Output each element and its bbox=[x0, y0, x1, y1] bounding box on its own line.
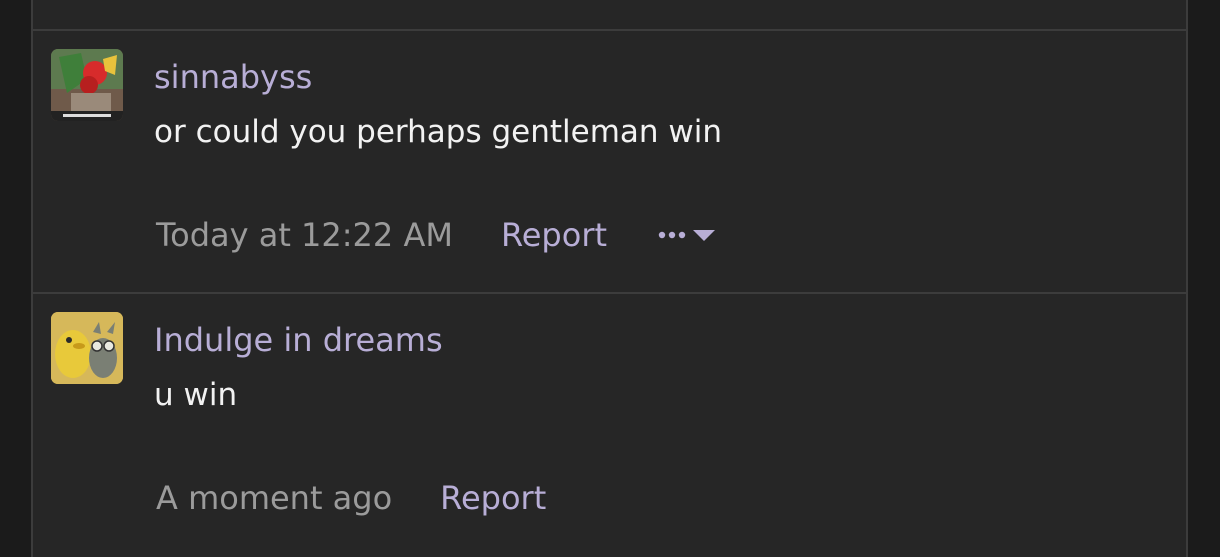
comment-text: or could you perhaps gentleman win bbox=[154, 114, 723, 150]
page: sinnabyss or could you perhaps gentleman… bbox=[0, 0, 1220, 557]
comment-item: Indulge in dreams u win A moment ago Rep… bbox=[33, 294, 1186, 557]
more-options-button[interactable] bbox=[657, 228, 717, 242]
timestamp: A moment ago bbox=[156, 479, 393, 517]
comment-thread: sinnabyss or could you perhaps gentleman… bbox=[31, 0, 1188, 557]
report-button[interactable]: Report bbox=[440, 479, 546, 517]
comment-meta: A moment ago Report bbox=[156, 476, 596, 520]
previous-comment bbox=[33, 0, 1186, 31]
avatar[interactable] bbox=[51, 312, 123, 384]
timestamp: Today at 12:22 AM bbox=[156, 216, 453, 254]
caret-down-icon bbox=[691, 228, 717, 242]
comment-meta: Today at 12:22 AM Report bbox=[156, 213, 717, 257]
report-button[interactable]: Report bbox=[501, 216, 607, 254]
comment-item: sinnabyss or could you perhaps gentleman… bbox=[33, 31, 1186, 294]
avatar[interactable] bbox=[51, 49, 123, 121]
username[interactable]: Indulge in dreams bbox=[154, 320, 443, 360]
ellipsis-icon bbox=[657, 229, 691, 241]
comment-text: u win bbox=[154, 377, 238, 413]
username[interactable]: sinnabyss bbox=[154, 57, 312, 97]
